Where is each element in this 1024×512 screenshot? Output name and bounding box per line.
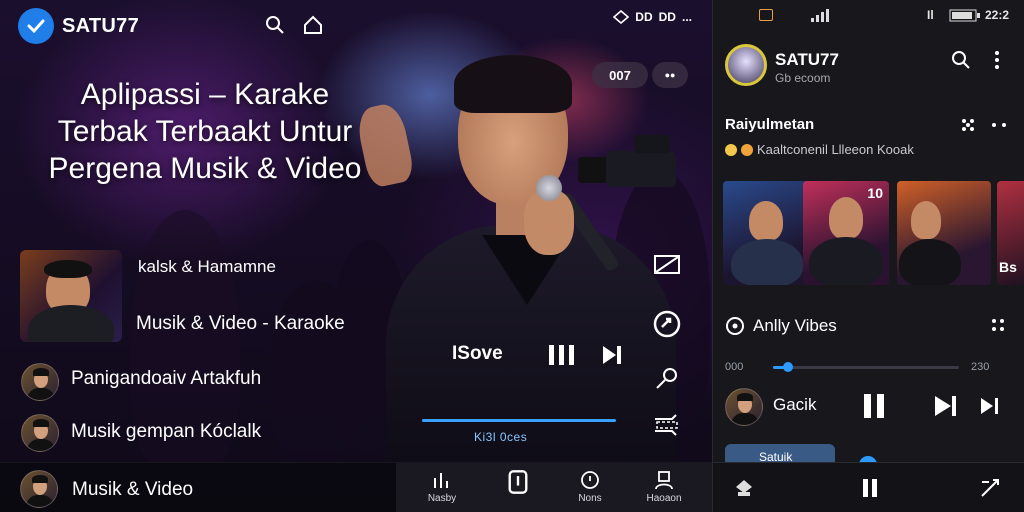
side-panel: Il 22:2 SATU77 Gb ecoom Raiyulmetan Kaal… (712, 0, 1024, 512)
status-text: ... (681, 10, 692, 24)
section-title: Raiyulmetan (725, 116, 815, 133)
phone-icon (508, 470, 528, 494)
disc-icon (726, 317, 744, 335)
status-text: DD (658, 10, 676, 24)
edit-icon[interactable] (979, 477, 1001, 499)
dots-pill[interactable]: ●● (652, 62, 688, 88)
nav-label: Nasby (427, 493, 457, 504)
bottom-bar: Musik & Video Nasby Nons Haoaon (0, 462, 712, 512)
signal-text: Il (927, 8, 934, 22)
battery-icon (949, 9, 980, 22)
video-thumbnail[interactable] (897, 181, 991, 285)
section-subtitle-text: Kaaltconenil Llleeon Kooak (757, 142, 914, 157)
track-avatar[interactable] (725, 388, 763, 426)
shuffle-icon[interactable] (652, 410, 682, 440)
brand-logo-icon (18, 8, 54, 44)
section-subtitle: Kaaltconenil Llleeon Kooak (725, 142, 914, 157)
player-label: ISove (452, 343, 503, 364)
screen-icon[interactable] (652, 250, 682, 280)
notification-icon (759, 9, 773, 21)
seek-bar[interactable] (773, 362, 959, 372)
nav-item[interactable]: Nons (558, 469, 622, 509)
profile-subtitle: Gb ecoom (775, 71, 831, 85)
headline: Aplipassi – Karake Terbak Terbaakt Untur… (48, 78, 362, 185)
pause-icon[interactable] (859, 477, 881, 499)
list-thumbnail[interactable] (20, 250, 122, 342)
video-thumbnail[interactable] (723, 181, 811, 285)
nav-item[interactable]: Haoaon (632, 469, 696, 509)
search-icon[interactable] (951, 50, 971, 70)
time-start: 000 (725, 361, 744, 373)
video-stage[interactable]: SATU77 DD DD ... Aplipassi – Karake Terb… (0, 0, 712, 512)
thumbnail-badge: 10 (867, 185, 883, 201)
pause-icon[interactable] (859, 392, 889, 420)
panel-bottom-bar (713, 462, 1024, 512)
singer-figure (386, 55, 686, 485)
emoji-icon (741, 143, 753, 156)
user-icon (655, 471, 673, 490)
pause-icon[interactable] (548, 343, 576, 367)
profile-name: SATU77 (775, 50, 839, 69)
replay-icon[interactable] (652, 309, 682, 339)
home-icon[interactable] (733, 477, 755, 499)
nav-label: Nons (578, 493, 602, 504)
signal-bars-icon (811, 9, 829, 22)
playlist-header: Anlly Vibes (725, 316, 837, 336)
time-label: Ki3l 0ces (474, 430, 528, 444)
signal-icon (613, 10, 630, 24)
avatar[interactable] (21, 363, 59, 401)
nav-item[interactable] (486, 469, 550, 509)
brand-name: SATU77 (62, 14, 140, 37)
counter-pill[interactable]: 007 (592, 62, 648, 88)
thumbnail-badge: Bs (999, 259, 1017, 275)
nav-item[interactable]: Nasby (410, 469, 474, 509)
video-thumbnail[interactable]: Bs (997, 181, 1024, 285)
link-icon[interactable] (652, 364, 682, 394)
status-icons: DD DD ... (613, 10, 692, 24)
track-name: Gacik (773, 395, 817, 414)
nav-label: Haoaon (646, 493, 682, 504)
time-end: 230 (971, 361, 990, 373)
video-thumbnail[interactable]: 10 (803, 181, 889, 285)
search-icon[interactable] (264, 14, 286, 36)
skip-forward-icon[interactable] (977, 392, 1007, 420)
progress-bar[interactable] (422, 419, 616, 422)
playlist-title: Anlly Vibes (753, 316, 837, 335)
camera-image (578, 135, 688, 195)
avatar[interactable] (21, 414, 59, 452)
status-text: DD (635, 10, 653, 24)
grid-icon[interactable] (961, 118, 975, 132)
now-playing-title[interactable]: Musik & Video (72, 479, 193, 501)
more-vertical-icon[interactable] (993, 50, 1001, 70)
clock-icon (581, 471, 599, 489)
list-item[interactable]: Musik & Video - Karaoke (136, 313, 345, 335)
next-icon[interactable] (601, 344, 623, 366)
brand[interactable]: SATU77 (18, 8, 139, 44)
chart-icon (434, 473, 448, 488)
list-item[interactable]: Musik gempan Kóclalk (71, 421, 261, 443)
grid-icon[interactable] (991, 318, 1005, 332)
now-playing-avatar[interactable] (20, 470, 58, 508)
list-item[interactable]: Panigandoaiv Artakfuh (71, 368, 261, 390)
list-item[interactable]: kalsk & Hamamne (138, 257, 276, 277)
status-time: 22:2 (985, 8, 1010, 22)
next-icon[interactable] (931, 392, 961, 420)
seek-bar-handle[interactable] (783, 362, 793, 372)
home-icon[interactable] (302, 14, 324, 36)
profile-avatar[interactable] (725, 44, 767, 86)
more-horizontal-icon[interactable] (991, 122, 1007, 128)
emoji-icon (725, 143, 737, 156)
